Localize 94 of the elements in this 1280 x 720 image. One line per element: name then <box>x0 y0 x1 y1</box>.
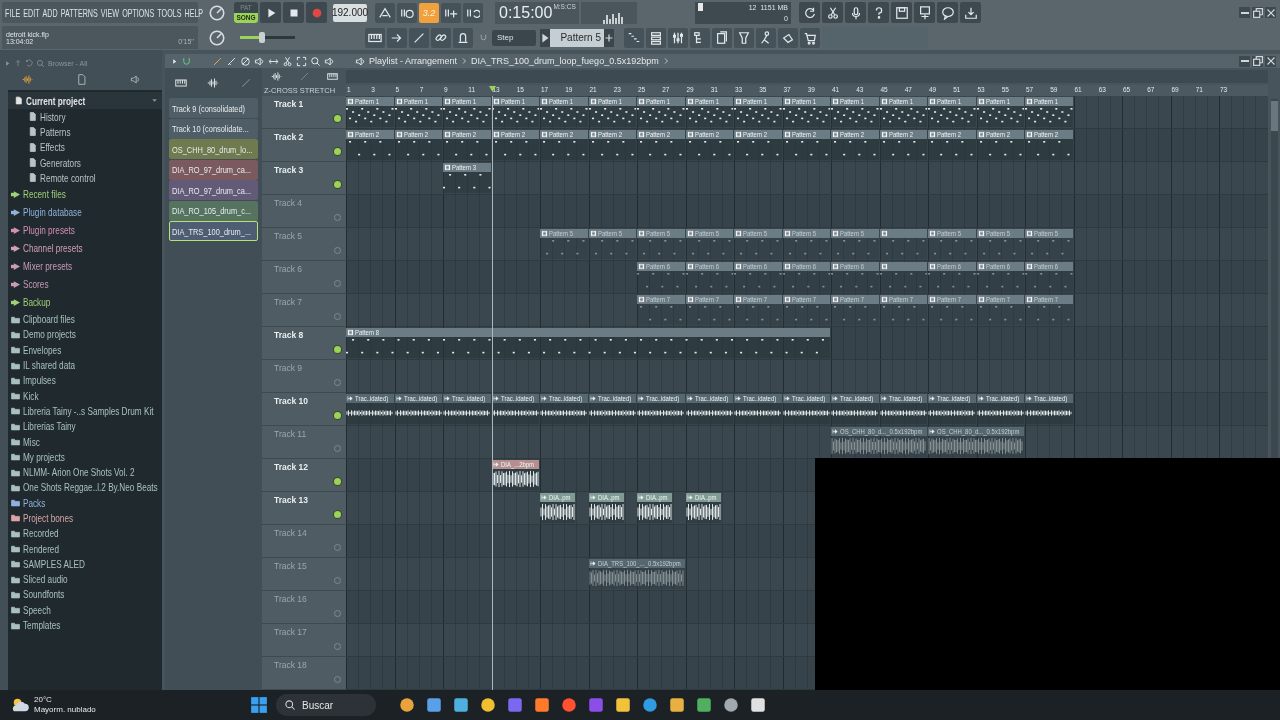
track-name: Track 18 <box>274 660 307 670</box>
track-name: Track 4 <box>274 198 303 208</box>
browser-item[interactable]: Channel presets <box>8 239 162 258</box>
browser-item[interactable]: NLMM- Arion One Shots Vol. 2 <box>8 464 162 480</box>
browser-item[interactable]: Plugin presets <box>8 221 162 240</box>
track-name: Track 12 <box>274 462 309 472</box>
track-name: Track 3 <box>274 165 304 175</box>
track-header[interactable]: Track 16 <box>262 591 346 624</box>
browser-item[interactable]: Backup <box>8 293 162 312</box>
clip-source-item[interactable]: DIA_RO_97_drum_ca... <box>169 180 258 200</box>
browser-item[interactable]: Librerias Tainy <box>8 418 162 434</box>
menu-item[interactable]: EDIT <box>23 6 40 19</box>
browser-item[interactable]: Speech <box>8 602 162 618</box>
track-header[interactable]: Track 3 <box>262 162 346 195</box>
track-header[interactable]: Track 2 <box>262 129 346 162</box>
browser-item[interactable]: History <box>8 109 162 125</box>
time-display: 0:15:00 <box>499 2 553 23</box>
menu-item[interactable]: ADD <box>42 6 58 19</box>
track-name: Track 13 <box>274 495 309 505</box>
track-name: Track 15 <box>274 561 307 571</box>
track-header[interactable]: Track 5 <box>262 228 346 261</box>
browser-item[interactable]: Misc <box>8 433 162 450</box>
clip-source-item[interactable]: OS_CHH_80_drum_lo... <box>169 139 258 159</box>
browser-item[interactable]: Libreria Tainy -..s Samples Drum Kit <box>8 403 162 419</box>
browser-item[interactable]: Project bones <box>8 510 162 526</box>
track-header[interactable]: Track 1 <box>262 96 346 129</box>
track-name: Track 5 <box>274 231 303 241</box>
browser-item[interactable]: Packs <box>8 495 162 511</box>
track-header[interactable]: Track 7 <box>262 294 346 327</box>
search-field[interactable]: Buscar <box>302 699 362 711</box>
menu-item[interactable]: HELP <box>184 6 204 19</box>
clip-source-item[interactable]: DIA_RO_97_drum_ca... <box>169 159 258 180</box>
breadcrumb-link[interactable]: DIA_TRS_100_drum_loop_fuego_0.5x192bpm <box>471 56 659 66</box>
track-header[interactable]: Track 14 <box>262 525 346 558</box>
track-name: Track 17 <box>274 627 307 637</box>
snap-dropdown[interactable]: Step <box>492 29 536 46</box>
browser-item[interactable]: Mixer presets <box>8 257 162 276</box>
track-header[interactable]: Track 12 <box>262 459 346 492</box>
clip-source-item[interactable]: Track 9 (consolidated) <box>169 98 258 118</box>
browser-item[interactable]: Templates <box>8 617 162 633</box>
browser-item[interactable]: Envelopes <box>8 342 162 358</box>
browser-item[interactable]: One Shots Reggae..l.2 By.Neo Beats <box>8 479 162 496</box>
browser-item[interactable]: Scores <box>8 275 162 294</box>
track-header[interactable]: Track 15 <box>262 558 346 591</box>
track-header[interactable]: Track 17 <box>262 624 346 657</box>
track-header[interactable]: Track 11 <box>262 426 346 459</box>
browser-item[interactable]: My projects <box>8 449 162 465</box>
browser-item[interactable]: Sliced audio <box>8 571 162 587</box>
track-header[interactable]: Track 13 <box>262 492 346 525</box>
browser-item[interactable]: Recent files <box>8 185 162 204</box>
track-header[interactable]: Track 6 <box>262 261 346 294</box>
taskbar-search-bar[interactable]: Buscar <box>276 694 376 716</box>
track-header[interactable]: Track 4 <box>262 195 346 228</box>
clip-source-item[interactable]: Track 10 (consolidate... <box>169 118 258 139</box>
browser-item[interactable]: Current project <box>8 92 162 109</box>
track-header[interactable]: Track 18 <box>262 657 346 690</box>
browser-item[interactable]: Patterns <box>8 124 162 140</box>
track-header[interactable]: Track 9 <box>262 360 346 393</box>
browser-item[interactable]: Generators <box>8 154 162 171</box>
browser-item[interactable]: Soundfonts <box>8 586 162 603</box>
browser-item[interactable]: SAMPLES ALED <box>8 556 162 572</box>
track-name: Track 10 <box>274 396 309 406</box>
menu-item[interactable]: PATTERNS <box>60 6 98 19</box>
browser-item[interactable]: Plugin database <box>8 203 162 222</box>
track-name: Track 9 <box>274 363 303 373</box>
track-name: Track 7 <box>274 297 303 307</box>
browser-item[interactable]: Recorded <box>8 525 162 541</box>
menu-item[interactable]: VIEW <box>100 6 120 19</box>
menu-item[interactable]: FILE <box>5 6 21 19</box>
browser-item[interactable]: Demo projects <box>8 326 162 343</box>
track-header[interactable]: Track 10 <box>262 393 346 426</box>
browser-item[interactable]: Rendered <box>8 540 162 557</box>
browser-item[interactable]: Kick <box>8 387 162 404</box>
track-name: Track 6 <box>274 264 303 274</box>
pattern-selector[interactable]: Pattern 5 <box>550 28 604 47</box>
clip-source-item[interactable]: DIA_RO_105_drum_c... <box>169 200 258 221</box>
track-name: Track 8 <box>274 330 304 340</box>
browser-item[interactable]: Effects <box>8 139 162 155</box>
browser-item[interactable]: IL shared data <box>8 357 162 373</box>
menu-item[interactable]: OPTIONS <box>122 6 155 19</box>
browser-item[interactable]: Impulses <box>8 372 162 388</box>
browser-item[interactable]: Remote control <box>8 170 162 186</box>
menu-item[interactable]: TOOLS <box>157 6 182 19</box>
browser-item[interactable]: Clipboard files <box>8 311 162 327</box>
clip-source-item[interactable]: DIA_TRS_100_drum_... <box>169 221 258 241</box>
track-name: Track 11 <box>274 429 307 439</box>
track-header[interactable]: Track 8 <box>262 327 346 360</box>
weather-text: Mayorm. nublado <box>34 705 96 715</box>
track-name: Track 2 <box>274 132 304 142</box>
track-name: Track 16 <box>274 594 307 604</box>
track-name: Track 1 <box>274 99 304 109</box>
temperature-text: 20°C <box>34 695 53 705</box>
track-name: Track 14 <box>274 528 307 538</box>
window-title: Playlist - Arrangement <box>369 56 458 66</box>
